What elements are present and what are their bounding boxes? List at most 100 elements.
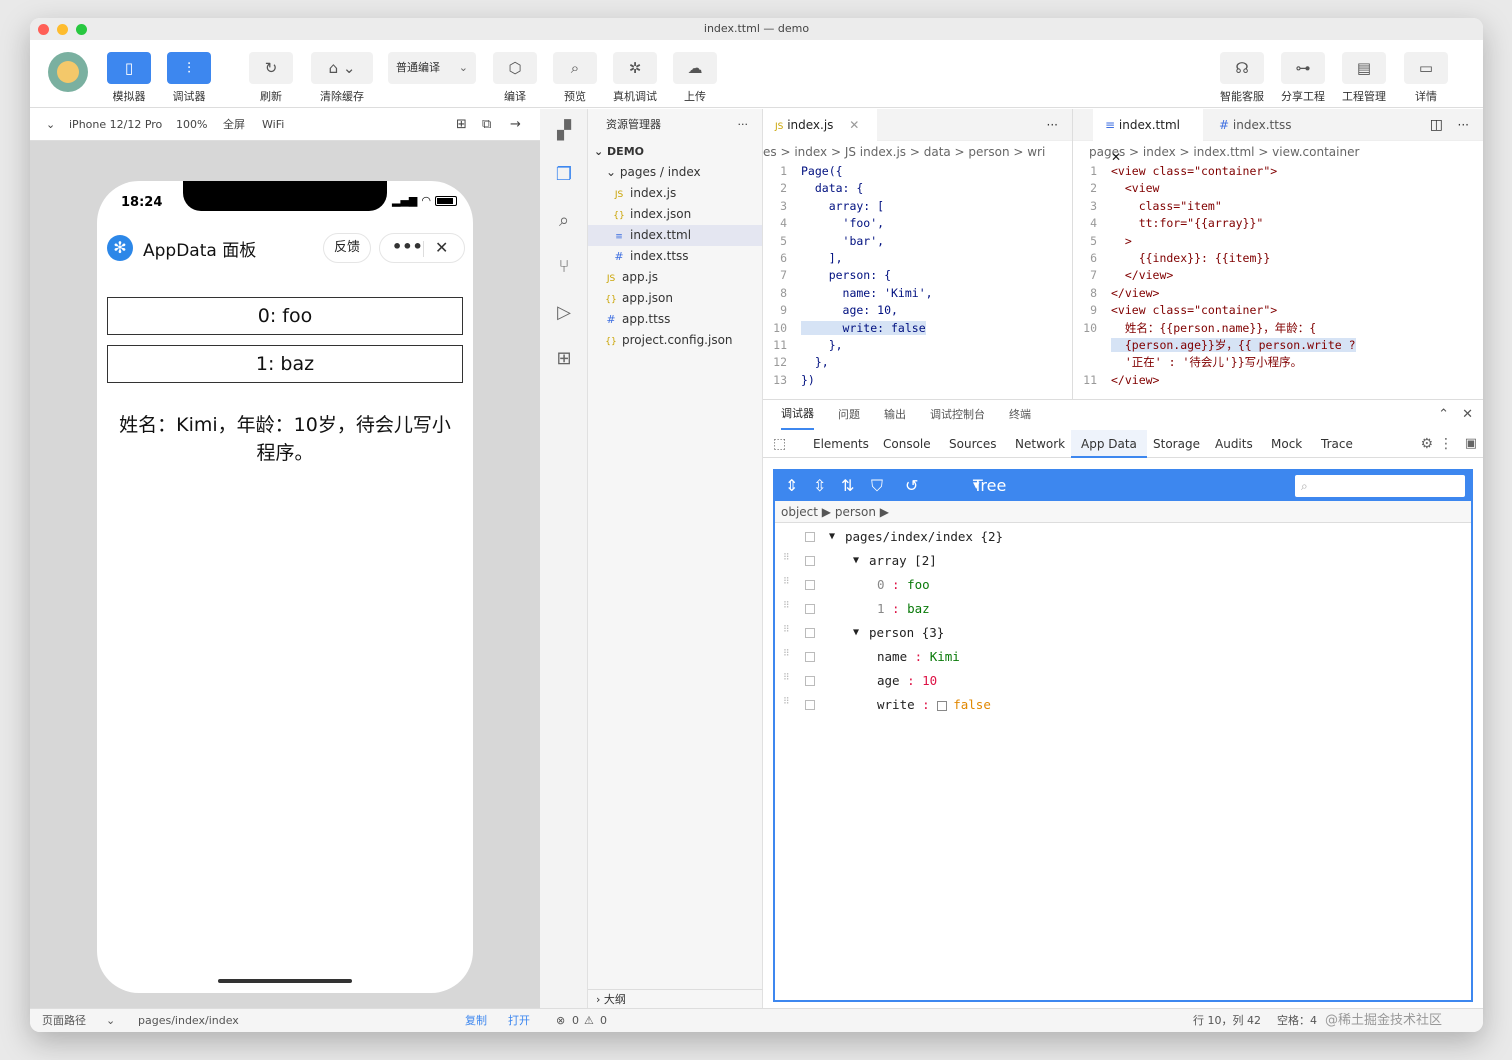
details-button[interactable]: ▭ 详情 xyxy=(1403,52,1449,104)
row-checkbox[interactable] xyxy=(805,676,815,686)
panel-tab[interactable]: 调试器 xyxy=(781,400,814,430)
drag-handle-icon[interactable]: ⠿ xyxy=(783,674,790,687)
more-icon[interactable]: ··· xyxy=(1047,109,1058,141)
drag-handle-icon[interactable]: ⠿ xyxy=(783,602,790,615)
devtools-tab[interactable]: Mock xyxy=(1261,430,1312,458)
search-icon[interactable]: ⌕ xyxy=(552,209,576,233)
device-select[interactable]: iPhone 12/12 Pro xyxy=(69,109,162,141)
drag-handle-icon[interactable]: ⠿ xyxy=(783,650,790,663)
arrow-right-icon[interactable]: → xyxy=(510,109,521,141)
simulator-button[interactable]: ▯ 模拟器 xyxy=(106,52,152,104)
expand-all-icon[interactable]: ⇕ xyxy=(785,471,798,501)
sort-icon[interactable]: ⇅ xyxy=(841,471,854,501)
chevron-up-icon[interactable]: ⌃ xyxy=(1438,400,1449,430)
extensions-icon[interactable]: ⊞ xyxy=(552,347,576,371)
close-window-button[interactable] xyxy=(38,24,49,35)
tree-row[interactable]: ⠿ 1 : baz xyxy=(775,597,1471,621)
search-input[interactable]: ⌕ xyxy=(1295,475,1465,497)
filter-icon[interactable]: ⛉ xyxy=(871,471,883,501)
close-icon[interactable]: ✕ xyxy=(1111,150,1121,164)
devtools-tab[interactable]: App Data xyxy=(1071,430,1147,458)
tree-value[interactable]: baz xyxy=(907,601,930,616)
undo-icon[interactable]: ↺ xyxy=(905,471,918,501)
minimize-window-button[interactable] xyxy=(57,24,68,35)
tree-row[interactable]: ⠿ ▼ array [2] xyxy=(775,549,1471,573)
drag-handle-icon[interactable]: ⠿ xyxy=(783,626,790,639)
drag-handle-icon[interactable]: ⠿ xyxy=(783,578,790,591)
code-area-ttml[interactable]: 1 <view class="container"> 2 <view 3 class=… xyxy=(1073,163,1483,389)
file-item[interactable]: JS index.js xyxy=(588,183,762,204)
tree-row[interactable]: ⠿ ▼ person {3} xyxy=(775,621,1471,645)
outline-section[interactable]: › 大纲 xyxy=(588,989,763,1008)
kebab-icon[interactable]: ⋮ xyxy=(1439,430,1453,458)
row-checkbox[interactable] xyxy=(805,628,815,638)
devtools-tab[interactable]: Audits xyxy=(1205,430,1263,458)
open-path-button[interactable]: 打开 xyxy=(508,1009,530,1032)
inspect-icon[interactable]: ⬚ xyxy=(773,430,786,458)
run-debug-icon[interactable]: ▷ xyxy=(552,301,576,325)
detach-icon[interactable]: ⧉ xyxy=(482,109,491,141)
expand-arrow-icon[interactable]: ▼ xyxy=(829,525,835,549)
row-checkbox[interactable] xyxy=(805,652,815,662)
fullscreen-button[interactable]: 全屏 xyxy=(223,109,245,141)
file-item[interactable]: # index.ttss xyxy=(588,246,762,267)
row-checkbox[interactable] xyxy=(805,532,815,542)
collapse-all-icon[interactable]: ⇳ xyxy=(813,471,826,501)
file-item[interactable]: ≡ index.ttml xyxy=(588,225,762,246)
tree-value[interactable]: 10 xyxy=(922,673,937,688)
row-checkbox[interactable] xyxy=(805,700,815,710)
panel-tab[interactable]: 输出 xyxy=(884,400,906,430)
compile-button[interactable]: ⬡ 编译 xyxy=(492,52,538,104)
boolean-checkbox[interactable] xyxy=(937,700,948,711)
row-checkbox[interactable] xyxy=(805,556,815,566)
row-checkbox[interactable] xyxy=(805,604,815,614)
folder-pages-index[interactable]: ⌄ pages / index xyxy=(588,162,762,183)
support-button[interactable]: ☊ 智能客服 xyxy=(1219,52,1265,104)
grid-icon[interactable]: ⊞ xyxy=(456,109,467,141)
drag-handle-icon[interactable]: ⠿ xyxy=(783,698,790,711)
close-icon[interactable]: ✕ xyxy=(849,118,859,132)
tree-row[interactable]: ⠿ name : Kimi xyxy=(775,645,1471,669)
layout-icon[interactable]: ▞ xyxy=(552,119,576,143)
gear-icon[interactable]: ⚙ xyxy=(1420,430,1433,458)
project-mgmt-button[interactable]: ▤ 工程管理 xyxy=(1341,52,1387,104)
expand-arrow-icon[interactable]: ▼ xyxy=(853,621,859,645)
real-device-debug-button[interactable]: ✲ 真机调试 xyxy=(612,52,658,104)
panel-tab[interactable]: 调试控制台 xyxy=(930,400,985,430)
tree-mode-select[interactable]: Tree ▾ xyxy=(973,471,1006,501)
more-icon[interactable]: ••• xyxy=(392,234,423,260)
share-button[interactable]: ⊶ 分享工程 xyxy=(1280,52,1326,104)
feedback-button[interactable]: 反馈 xyxy=(323,233,371,263)
error-icon[interactable]: ⊗ xyxy=(556,1009,565,1032)
chevron-down-icon[interactable]: ⌄ xyxy=(106,1009,115,1032)
drag-handle-icon[interactable]: ⠿ xyxy=(783,554,790,567)
compile-mode-select[interactable]: 普通编译 ⌄ xyxy=(388,52,476,84)
row-checkbox[interactable] xyxy=(805,580,815,590)
dock-icon[interactable]: ▣ xyxy=(1465,430,1477,458)
indent-setting[interactable]: 空格：4 xyxy=(1277,1009,1317,1032)
debugger-button[interactable]: ⫶ 调试器 xyxy=(166,52,212,104)
tree-value[interactable]: Kimi xyxy=(930,649,960,664)
files-icon[interactable]: ❐ xyxy=(552,163,576,187)
preview-button[interactable]: ⌕ 预览 xyxy=(552,52,598,104)
tab-index-ttss[interactable]: # index.ttss xyxy=(1207,109,1317,141)
devtools-tab[interactable]: Console xyxy=(873,430,941,458)
copy-path-button[interactable]: 复制 xyxy=(465,1009,487,1032)
file-item[interactable]: {} app.json xyxy=(588,288,762,309)
tree-value[interactable]: foo xyxy=(907,577,930,592)
tab-index-ttml[interactable]: ≡ index.ttml ✕ xyxy=(1093,109,1203,164)
clear-cache-button[interactable]: ⌂ ⌄ 清除缓存 xyxy=(310,52,374,104)
upload-button[interactable]: ☁ 上传 xyxy=(672,52,718,104)
source-control-icon[interactable]: ⑂ xyxy=(552,255,576,279)
expand-arrow-icon[interactable]: ▼ xyxy=(853,549,859,573)
split-editor-icon[interactable]: ◫ xyxy=(1430,109,1443,141)
more-icon[interactable]: ··· xyxy=(738,109,749,141)
file-item[interactable]: {} project.config.json xyxy=(588,330,762,351)
tree-row[interactable]: ⠿ age : 10 xyxy=(775,669,1471,693)
devtools-tab[interactable]: Elements xyxy=(803,430,879,458)
tree-row[interactable]: ⠿ 0 : foo xyxy=(775,573,1471,597)
cursor-position[interactable]: 行 10，列 42 xyxy=(1193,1009,1261,1032)
tree-value[interactable]: false xyxy=(953,697,991,712)
tab-index-js[interactable]: JS index.js ✕ xyxy=(763,109,877,141)
file-item[interactable]: {} index.json xyxy=(588,204,762,225)
